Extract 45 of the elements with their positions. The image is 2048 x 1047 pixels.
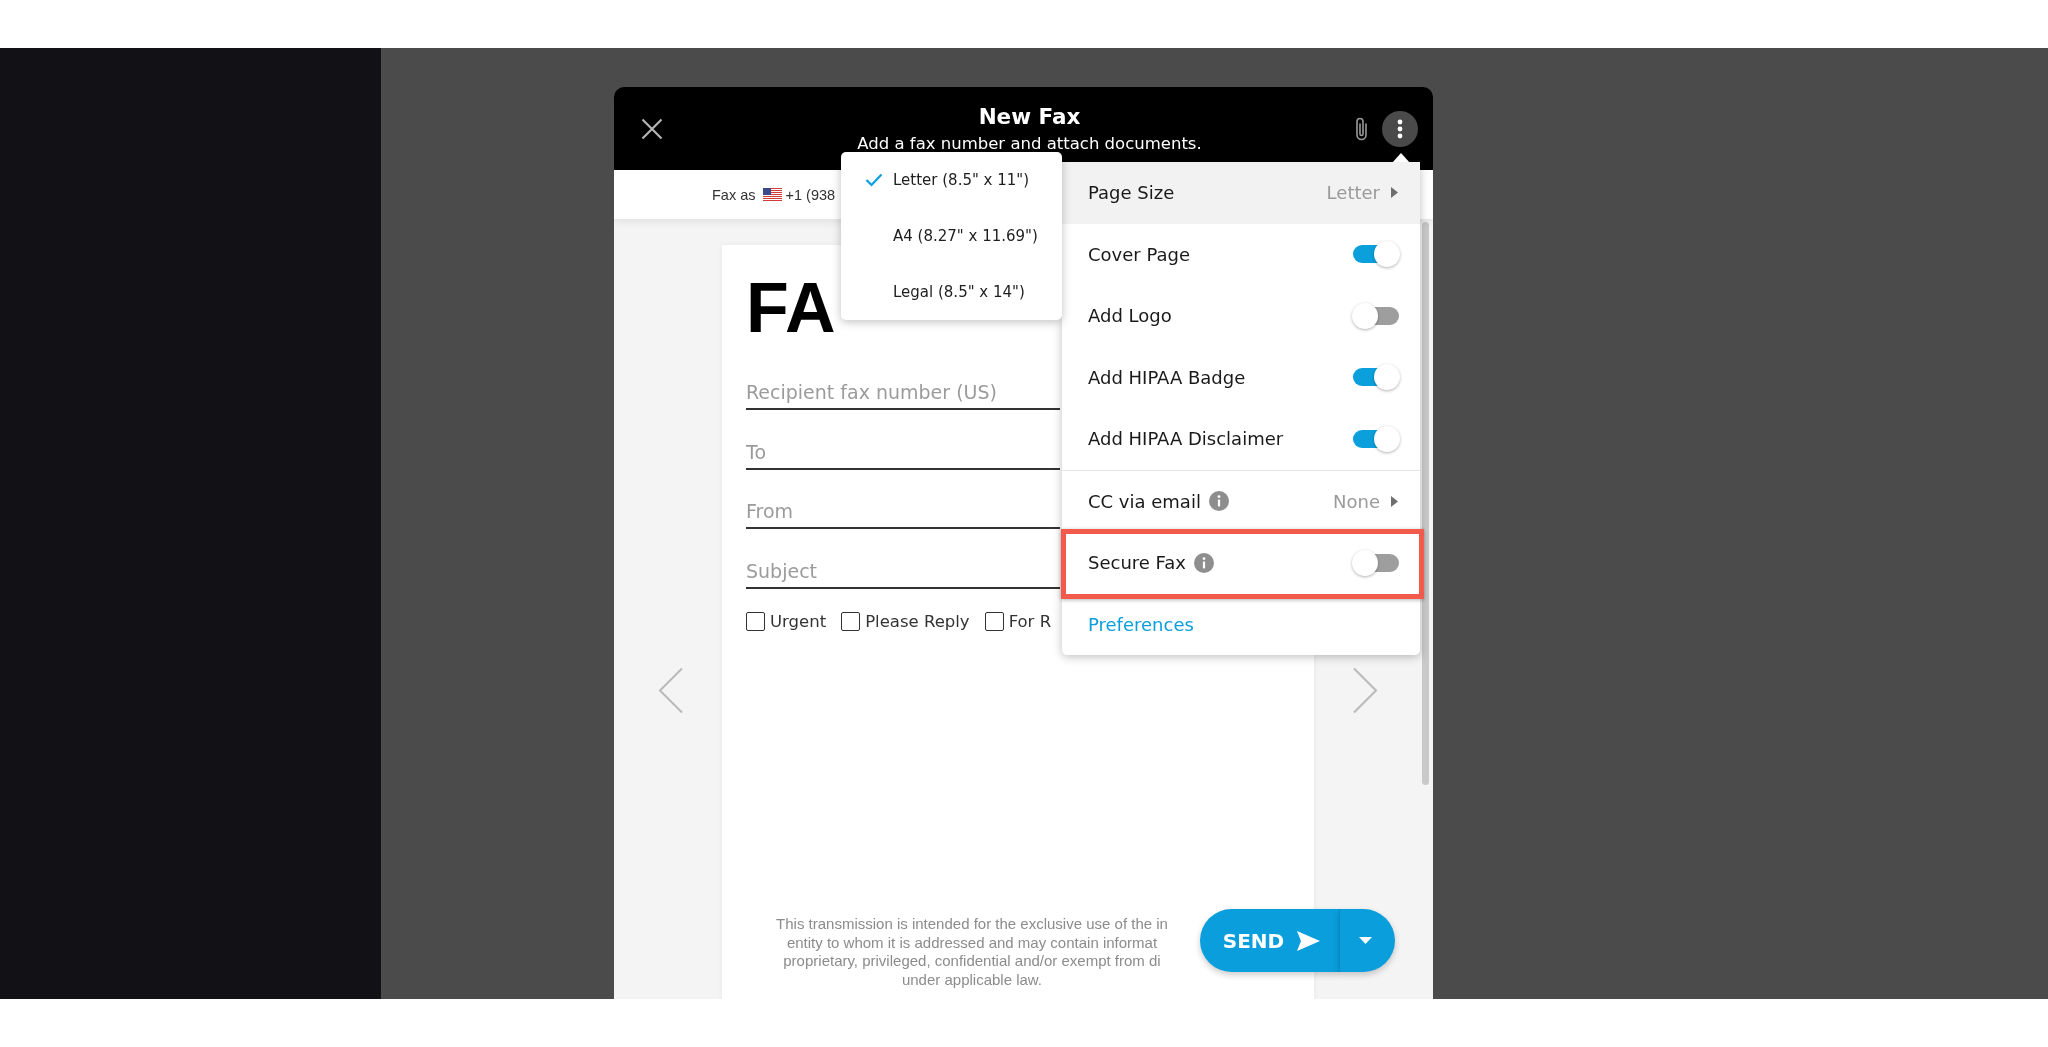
menu-item[interactable]: CC via email None (1062, 470, 1420, 532)
input-field[interactable]: To (746, 435, 1060, 470)
toggle-switch[interactable] (1352, 241, 1400, 268)
menu-item[interactable]: Cover Page (1062, 223, 1420, 285)
caret-right-icon (1391, 495, 1398, 507)
menu-item[interactable]: Page Size Letter (1062, 162, 1420, 224)
chevron-right-icon[interactable] (1352, 667, 1378, 714)
toggle-switch[interactable] (1352, 302, 1400, 329)
scrollbar[interactable] (1422, 222, 1429, 785)
menu-item[interactable]: Add Logo (1062, 285, 1420, 347)
send-icon (1297, 930, 1321, 951)
menu-item[interactable]: Add HIPAA Badge (1062, 346, 1420, 408)
menu-item[interactable]: Secure Fax (1062, 532, 1420, 594)
paperclip-icon[interactable] (1355, 116, 1368, 141)
more-vertical-icon (1397, 118, 1403, 139)
checkbox-label: For R (1008, 611, 1052, 631)
menu-option[interactable]: Letter (8.5" x 11") (841, 152, 1062, 208)
menu-option[interactable]: A4 (8.27" x 11.69") (841, 208, 1062, 264)
caret-right-icon (1391, 187, 1398, 199)
menu-option[interactable]: Legal (8.5" x 14") (841, 264, 1062, 320)
checkbox-label: Please Reply (865, 611, 970, 631)
chevron-left-icon[interactable] (658, 667, 684, 714)
input-field[interactable]: Subject (746, 554, 1060, 589)
modal-title: New Fax (977, 103, 1082, 130)
caret-down-icon (1359, 937, 1372, 944)
menu-item-value: Letter (1326, 182, 1380, 204)
sender-number[interactable]: +1 (938 (785, 186, 836, 203)
sender-label: Fax as (712, 186, 756, 203)
disclaimer-text: This transmission is intended for the exclusive use of the in entity to whom it is addressed and may contain informat proprietary, privileged, confidential and/or exempt from di under applicable law. (775, 915, 1169, 989)
close-icon[interactable] (641, 117, 663, 140)
input-field[interactable]: Recipient fax number (US) (746, 376, 1060, 410)
input-field[interactable]: From (746, 495, 1060, 529)
menu-item[interactable]: Add HIPAA Disclaimer (1062, 408, 1420, 470)
toggle-switch[interactable] (1352, 425, 1400, 452)
menu-item-value: None (1333, 490, 1380, 512)
toggle-switch[interactable] (1352, 364, 1400, 391)
checkbox[interactable] (984, 611, 1004, 631)
more-options-button[interactable] (1382, 110, 1418, 147)
flag-icon (762, 188, 782, 201)
checkbox-label: Urgent (770, 611, 827, 631)
toggle-switch[interactable] (1352, 549, 1400, 576)
modal-subtitle: Add a fax number and attach documents. (857, 132, 1202, 155)
fax-heading: FA (746, 273, 836, 343)
checkbox[interactable] (841, 611, 861, 631)
checkbox[interactable] (746, 611, 765, 631)
